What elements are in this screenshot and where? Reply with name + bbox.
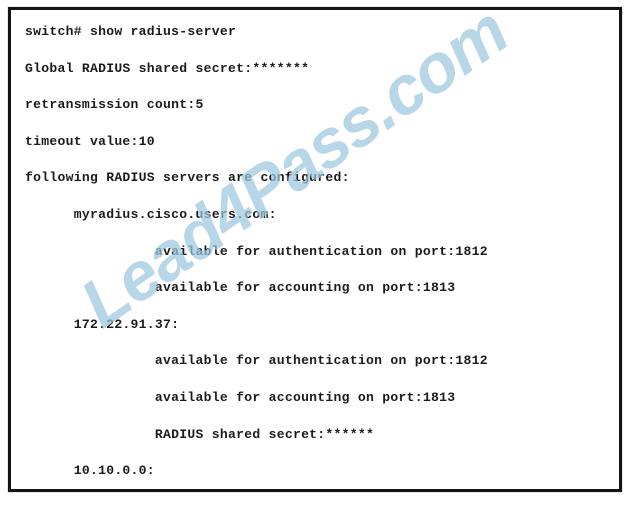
terminal-line: available for authentication on port:181… — [25, 353, 488, 369]
screenshot-root: switch# show radius-server Global RADIUS… — [0, 0, 636, 508]
terminal-line: 10.10.0.0: — [25, 463, 155, 479]
terminal-line: RADIUS shared secret:****** — [25, 426, 375, 442]
terminal-line: 172.22.91.37: — [25, 316, 180, 332]
terminal-output[interactable]: switch# show radius-server Global RADIUS… — [11, 10, 619, 489]
terminal-line: available for authentication on port:181… — [25, 243, 488, 259]
terminal-line: retransmission count:5 — [25, 97, 204, 113]
terminal-capture-frame: switch# show radius-server Global RADIUS… — [8, 7, 622, 492]
terminal-line: timeout value:10 — [25, 133, 155, 149]
terminal-line: Global RADIUS shared secret:******* — [25, 60, 310, 76]
terminal-line: myradius.cisco.users.com: — [25, 206, 277, 222]
terminal-line: available for accounting on port:1813 — [25, 389, 456, 405]
terminal-line: following RADIUS servers are configured: — [25, 170, 350, 186]
terminal-line: switch# show radius-server — [25, 24, 237, 39]
terminal-line: available for accounting on port:1813 — [25, 280, 456, 296]
